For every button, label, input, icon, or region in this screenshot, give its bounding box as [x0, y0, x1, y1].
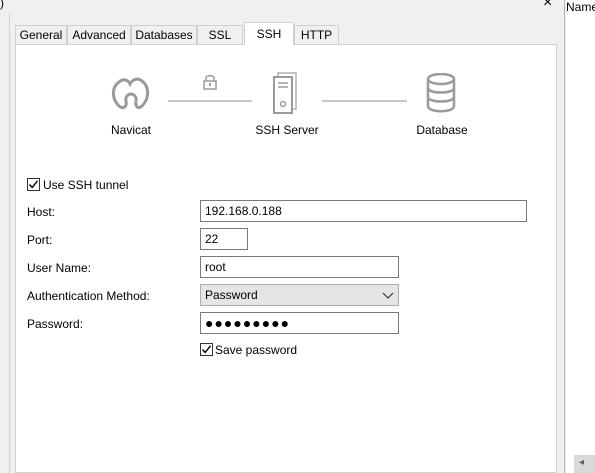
username-input[interactable]: root — [200, 256, 399, 278]
save-password-label: Save password — [215, 343, 298, 357]
column-header-name: Name — [566, 0, 595, 14]
lock-icon — [203, 75, 217, 90]
port-input[interactable]: 22 — [200, 228, 248, 250]
tab-advanced[interactable]: Advanced — [67, 25, 131, 44]
scrollbar-fragment[interactable]: ◂ — [574, 455, 595, 473]
tab-databases[interactable]: Databases — [131, 25, 197, 44]
window-title-fragment: ) — [0, 0, 4, 10]
diagram-label-navicat: Navicat — [110, 123, 151, 137]
connection-dialog: ) × General Advanced Databases SSL SSH H… — [0, 0, 565, 473]
diagram-label-database: Database — [416, 123, 468, 137]
port-label: Port: — [27, 233, 53, 247]
diagram-label-ssh-server: SSH Server — [255, 123, 319, 137]
close-icon[interactable]: × — [543, 0, 552, 12]
use-ssh-tunnel-label: Use SSH tunnel — [43, 178, 129, 192]
use-ssh-tunnel-checkbox[interactable] — [27, 178, 40, 191]
username-label: User Name: — [27, 261, 92, 275]
password-label: Password: — [27, 317, 84, 331]
host-input[interactable]: 192.168.0.188 — [200, 200, 527, 222]
tab-ssl[interactable]: SSL — [197, 25, 243, 44]
dialog-left-edge — [0, 14, 10, 473]
tab-http[interactable]: HTTP — [294, 25, 339, 44]
host-label: Host: — [27, 205, 56, 219]
tab-general[interactable]: General — [15, 25, 67, 44]
password-input[interactable]: ●●●●●●●●● — [200, 312, 399, 334]
auth-method-select[interactable]: Password — [200, 284, 399, 306]
checkmark-icon — [201, 345, 212, 354]
database-icon — [426, 73, 456, 113]
connector-line-left — [168, 100, 252, 102]
background-window: Name ◂ — [566, 0, 595, 473]
navicat-logo-icon — [111, 77, 150, 110]
tab-ssh[interactable]: SSH — [244, 22, 294, 45]
scroll-left-icon: ◂ — [579, 457, 585, 468]
save-password-checkbox[interactable] — [200, 343, 213, 356]
auth-method-value: Password — [205, 288, 258, 302]
ssh-settings-panel: Navicat SSH Server Database Use SSH tunn… — [15, 44, 557, 473]
connector-line-right — [322, 100, 407, 102]
checkmark-icon — [28, 180, 39, 189]
server-icon — [273, 72, 297, 114]
auth-method-label: Authentication Method: — [27, 289, 150, 303]
chevron-down-icon — [382, 292, 394, 299]
